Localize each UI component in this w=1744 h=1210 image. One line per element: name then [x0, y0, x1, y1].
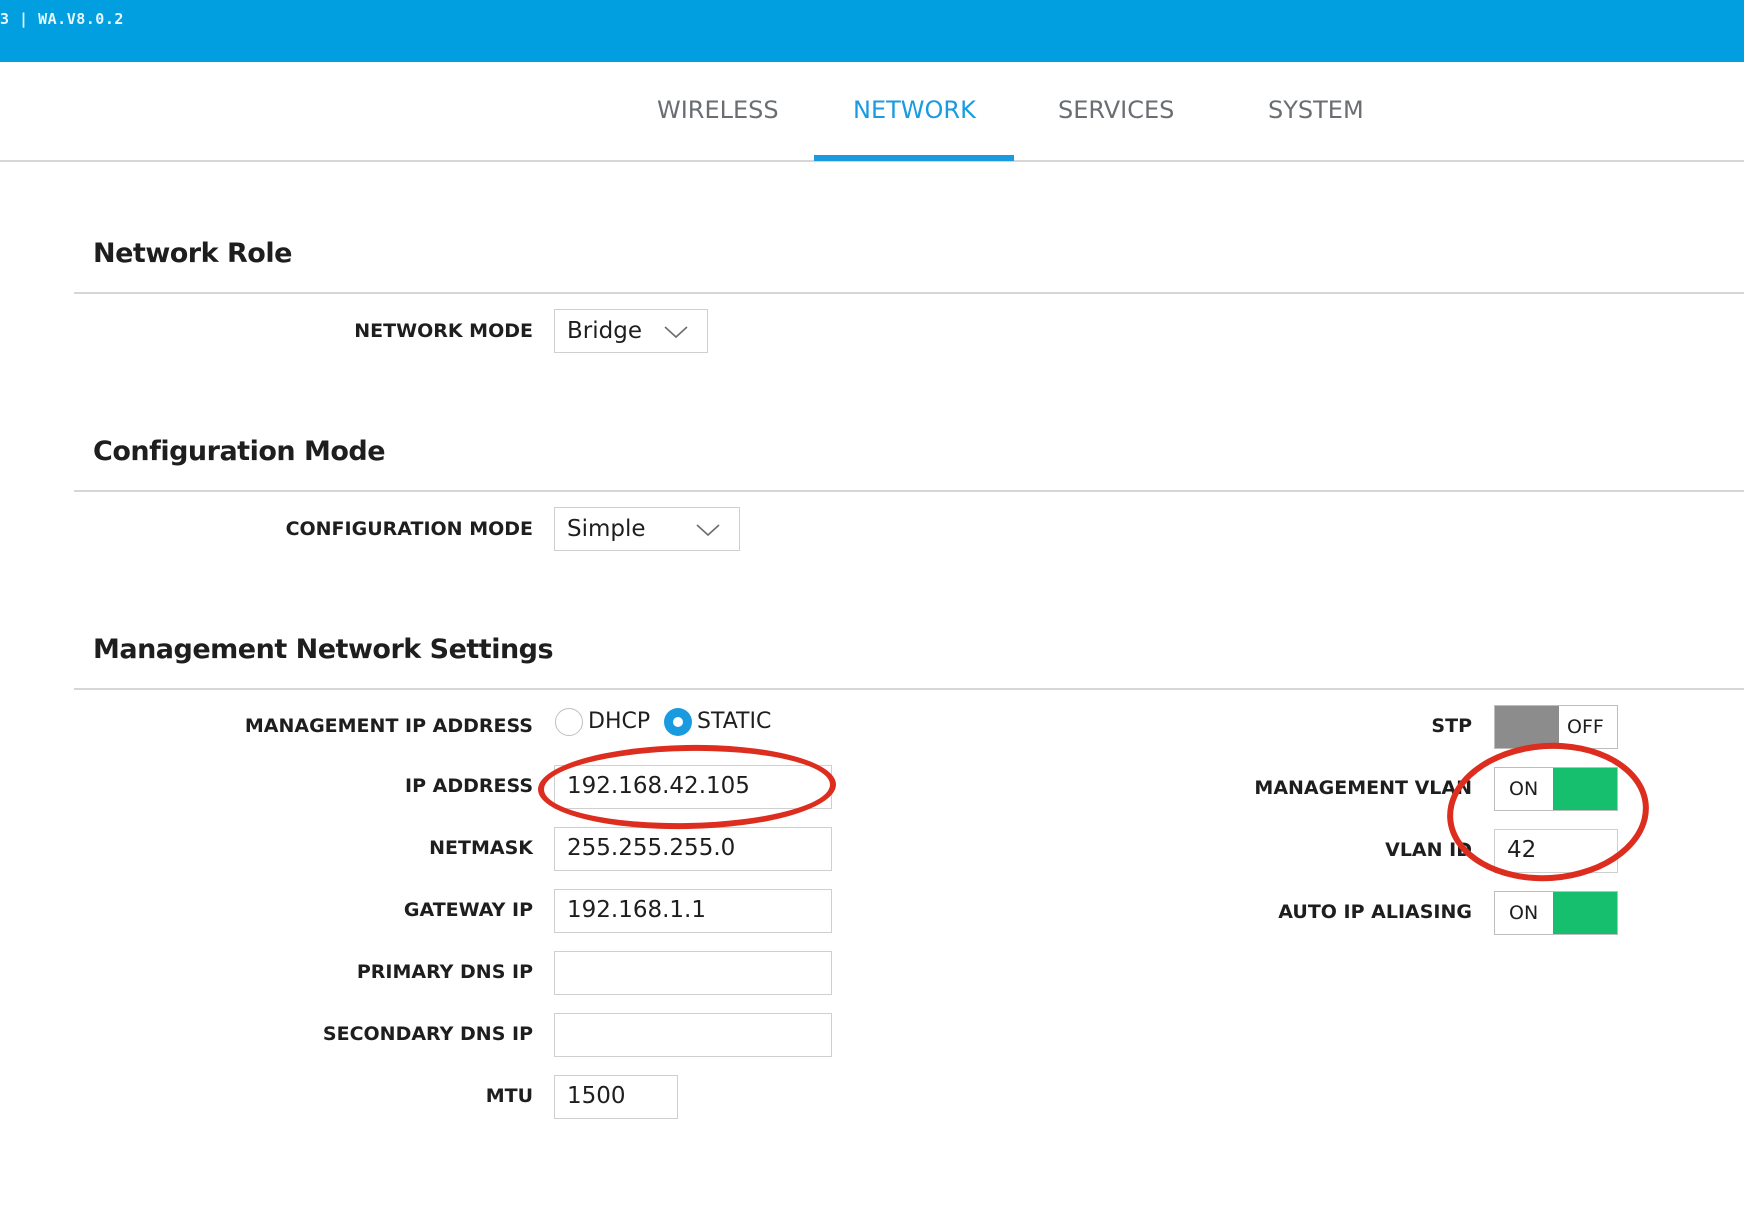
- auto-ip-aliasing-state: ON: [1509, 902, 1539, 924]
- configuration-mode-select[interactable]: Simple: [554, 507, 740, 551]
- firmware-version: 3 | WA.V8.0.2: [0, 10, 124, 28]
- toggle-knob: [1495, 706, 1559, 748]
- primary-dns-input[interactable]: [554, 951, 832, 995]
- stp-label: STP: [1431, 715, 1472, 737]
- configuration-mode-value: Simple: [567, 516, 646, 542]
- auto-ip-aliasing-label: AUTO IP ALIASING: [1278, 901, 1472, 923]
- network-mode-label: NETWORK MODE: [354, 320, 533, 342]
- auto-ip-aliasing-toggle[interactable]: ON: [1494, 891, 1618, 935]
- dhcp-label[interactable]: DHCP: [588, 709, 650, 734]
- section-divider: [74, 490, 1744, 492]
- tab-system[interactable]: SYSTEM: [1268, 96, 1364, 124]
- section-divider: [74, 292, 1744, 294]
- chevron-down-icon: [664, 326, 688, 339]
- tab-network[interactable]: NETWORK: [853, 96, 976, 124]
- management-vlan-label: MANAGEMENT VLAN: [1254, 777, 1472, 799]
- mtu-input[interactable]: 1500: [554, 1075, 678, 1119]
- management-network-title: Management Network Settings: [93, 634, 554, 665]
- ip-address-label: IP ADDRESS: [405, 775, 533, 797]
- configuration-mode-title: Configuration Mode: [93, 436, 386, 467]
- netmask-input[interactable]: 255.255.255.0: [554, 827, 832, 871]
- network-role-title: Network Role: [93, 238, 292, 269]
- annotation-ellipse-vlan: [1442, 736, 1654, 888]
- top-bar: 3 | WA.V8.0.2: [0, 0, 1744, 62]
- mtu-label: MTU: [485, 1085, 533, 1107]
- network-mode-select[interactable]: Bridge: [554, 309, 708, 353]
- gateway-ip-input[interactable]: 192.168.1.1: [554, 889, 832, 933]
- chevron-down-icon: [696, 524, 720, 537]
- dhcp-radio[interactable]: [555, 708, 583, 736]
- tab-services[interactable]: SERVICES: [1058, 96, 1174, 124]
- netmask-label: NETMASK: [429, 837, 533, 859]
- static-label[interactable]: STATIC: [697, 709, 771, 734]
- management-ip-label: MANAGEMENT IP ADDRESS: [244, 715, 533, 737]
- secondary-dns-input[interactable]: [554, 1013, 832, 1057]
- toggle-knob: [1553, 892, 1617, 934]
- network-mode-value: Bridge: [567, 318, 642, 344]
- configuration-mode-label: CONFIGURATION MODE: [285, 518, 533, 540]
- tab-wireless[interactable]: WIRELESS: [657, 96, 779, 124]
- secondary-dns-label: SECONDARY DNS IP: [322, 1023, 533, 1045]
- static-radio[interactable]: [664, 708, 692, 736]
- stp-state: OFF: [1567, 716, 1604, 738]
- primary-dns-label: PRIMARY DNS IP: [356, 961, 533, 983]
- section-divider: [74, 688, 1744, 690]
- gateway-ip-label: GATEWAY IP: [403, 899, 533, 921]
- annotation-ellipse-ip-address: [537, 742, 837, 832]
- active-tab-indicator: [814, 155, 1014, 161]
